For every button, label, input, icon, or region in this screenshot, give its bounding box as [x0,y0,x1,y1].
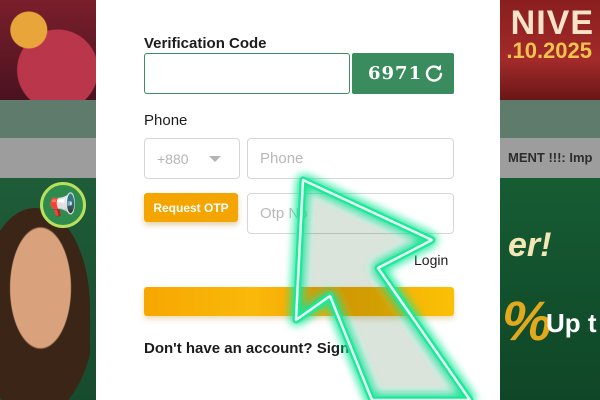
chevron-down-icon [209,156,221,162]
verification-code-input[interactable] [144,53,350,94]
verification-code-label: Verification Code [144,35,267,52]
captcha-code: 6971 [368,63,423,84]
register-submit-button[interactable] [144,287,454,316]
phone-label: Phone [144,112,188,129]
country-code-select[interactable]: +880 [144,138,240,179]
otp-input[interactable] [247,193,454,234]
banner-date: .10.2025 [506,38,592,63]
promo-up-to: Up t [546,308,597,338]
phone-input[interactable] [247,138,454,179]
signup-modal: Verification Code 6971 Phone +880 Reques… [96,0,500,400]
captcha-box: 6971 [352,53,454,94]
promo-model-image [0,208,90,400]
refresh-icon[interactable] [424,63,444,83]
banner-top-right: NIVE .10.2025 [500,0,600,100]
login-link[interactable]: Login [414,252,448,268]
promo-right: er! % Up t [500,178,600,400]
marquee-text: MENT !!!: Imp [508,150,593,165]
promo-headline: er! [508,226,552,264]
country-code-value: +880 [157,151,189,167]
promo-percent: % [502,289,552,352]
signup-prompt[interactable]: Don't have an account? Sign [144,340,349,357]
request-otp-button[interactable]: Request OTP [144,193,238,222]
promo-left: 📢 [0,178,96,400]
banner-top-left [0,0,96,100]
megaphone-icon: 📢 [40,182,86,228]
